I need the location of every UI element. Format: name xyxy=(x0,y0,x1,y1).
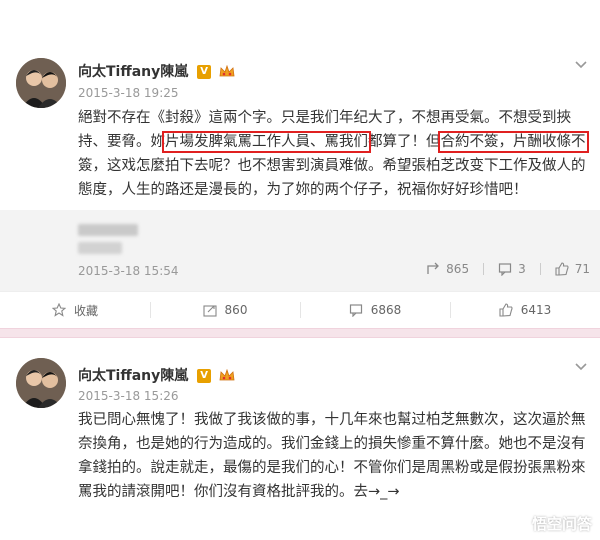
repost-share-button[interactable]: 865 xyxy=(426,262,469,276)
content-line: 拿錢拍的。說走就走，最傷的是我们的心！不管你们是周黑粉或是假扮張黑粉來 xyxy=(78,460,586,476)
post-time[interactable]: 2015-3-18 19:25 xyxy=(78,86,179,100)
content-line: 奈換角，也是她的行为造成的。我们金錢上的損失慘重不算什麼。她也不是沒有 xyxy=(78,436,586,452)
content-line: 持、要脅。妳片場发脾氣罵工作人員、罵我们都算了！但合約不簽，片酬收條不 xyxy=(78,130,589,154)
avatar[interactable] xyxy=(16,58,66,108)
repost-like-button[interactable]: 71 xyxy=(555,262,590,276)
author-name-text: 向太Tiffany陳嵐 xyxy=(78,64,189,80)
content-line: 態度，人生的路还是漫長的，为了妳的两个仔子，祝福你好好珍惜吧！ xyxy=(78,182,528,198)
like-count: 71 xyxy=(574,262,590,276)
watermark-text: 悟空问答 xyxy=(531,515,592,533)
like-button[interactable]: 6413 xyxy=(450,292,600,328)
post-content: 我已問心無愧了！我做了我该做的事，十几年來也幫过柏芝無數次，这次逼於無 奈換角，… xyxy=(78,408,588,504)
author-name[interactable]: 向太Tiffany陳嵐 V xyxy=(78,365,235,385)
blurred-text xyxy=(78,224,138,236)
author-name-text: 向太Tiffany陳嵐 xyxy=(78,368,189,384)
crown-icon xyxy=(219,65,235,77)
repost-time[interactable]: 2015-3-18 15:54 xyxy=(78,264,179,278)
avatar-photo-icon xyxy=(16,58,66,108)
separator xyxy=(539,263,541,275)
weibo-post: 向太Tiffany陳嵐 V 2015-3-18 19:25 絕對不存在《封殺》這… xyxy=(0,44,600,328)
avatar[interactable] xyxy=(16,358,66,408)
repost-count: 865 xyxy=(446,262,470,276)
post-time[interactable]: 2015-3-18 15:26 xyxy=(78,389,179,403)
watermark-logo-icon xyxy=(509,514,528,533)
action-bar: 收藏 860 6868 6413 xyxy=(0,291,600,328)
verified-badge-icon: V xyxy=(197,369,212,383)
repost-count: 860 xyxy=(224,303,248,317)
like-count: 6413 xyxy=(520,303,552,317)
share-icon xyxy=(202,305,217,317)
thumbs-up-icon xyxy=(555,262,569,276)
post-content: 絕對不存在《封殺》這兩个字。只是我们年纪大了，不想再受氣。不想受到挾 持、要脅。… xyxy=(78,106,589,202)
author-name[interactable]: 向太Tiffany陳嵐 V xyxy=(78,61,235,81)
comment-count: 3 xyxy=(518,262,526,276)
highlight-box: 片場发脾氣罵工作人員、罵我们 xyxy=(162,131,371,153)
thumbs-up-icon xyxy=(499,303,513,317)
comment-icon xyxy=(349,304,362,317)
weibo-post: 向太Tiffany陳嵐 V 2015-3-18 15:26 我已問心無愧了！我做… xyxy=(0,338,600,540)
watermark: 悟空问答 xyxy=(509,513,592,534)
blurred-text xyxy=(78,242,122,254)
separator xyxy=(483,263,485,275)
content-line: 絕對不存在《封殺》這兩个字。只是我们年纪大了，不想再受氣。不想受到挾 xyxy=(78,110,571,126)
content-line: 罵我的請滾開吧！你们沒有資格批評我的。去→_→ xyxy=(78,484,400,500)
comment-count: 6868 xyxy=(370,303,402,317)
repost-actions: 865 3 71 xyxy=(426,262,590,276)
post-divider xyxy=(0,328,600,338)
chevron-down-icon[interactable] xyxy=(574,360,588,374)
favorite-label: 收藏 xyxy=(73,303,98,318)
repost-box: 2015-3-18 15:54 865 3 71 xyxy=(0,210,600,291)
crown-icon xyxy=(219,369,235,381)
comment-button[interactable]: 6868 xyxy=(300,292,450,328)
top-strip xyxy=(0,0,600,44)
favorite-button[interactable]: 收藏 xyxy=(0,292,150,328)
verified-badge-icon: V xyxy=(197,65,212,79)
comment-icon xyxy=(498,263,512,276)
share-icon xyxy=(427,262,440,274)
content-text: 都算了！但 xyxy=(368,134,441,150)
content-text: 持、要脅。妳 xyxy=(78,134,165,150)
content-line: 我已問心無愧了！我做了我该做的事，十几年來也幫过柏芝無數次，这次逼於無 xyxy=(78,412,586,428)
avatar-photo-icon xyxy=(16,358,66,408)
highlight-box: 合約不簽，片酬收條不 xyxy=(437,131,589,153)
repost-button[interactable]: 860 xyxy=(150,292,300,328)
star-icon xyxy=(51,303,66,317)
content-line: 簽，这戏怎麼拍下去呢？也不想害到演員难做。希望張柏芝改变下工作及做人的 xyxy=(78,158,586,174)
repost-comment-button[interactable]: 3 xyxy=(498,262,526,276)
chevron-down-icon[interactable] xyxy=(574,58,588,72)
